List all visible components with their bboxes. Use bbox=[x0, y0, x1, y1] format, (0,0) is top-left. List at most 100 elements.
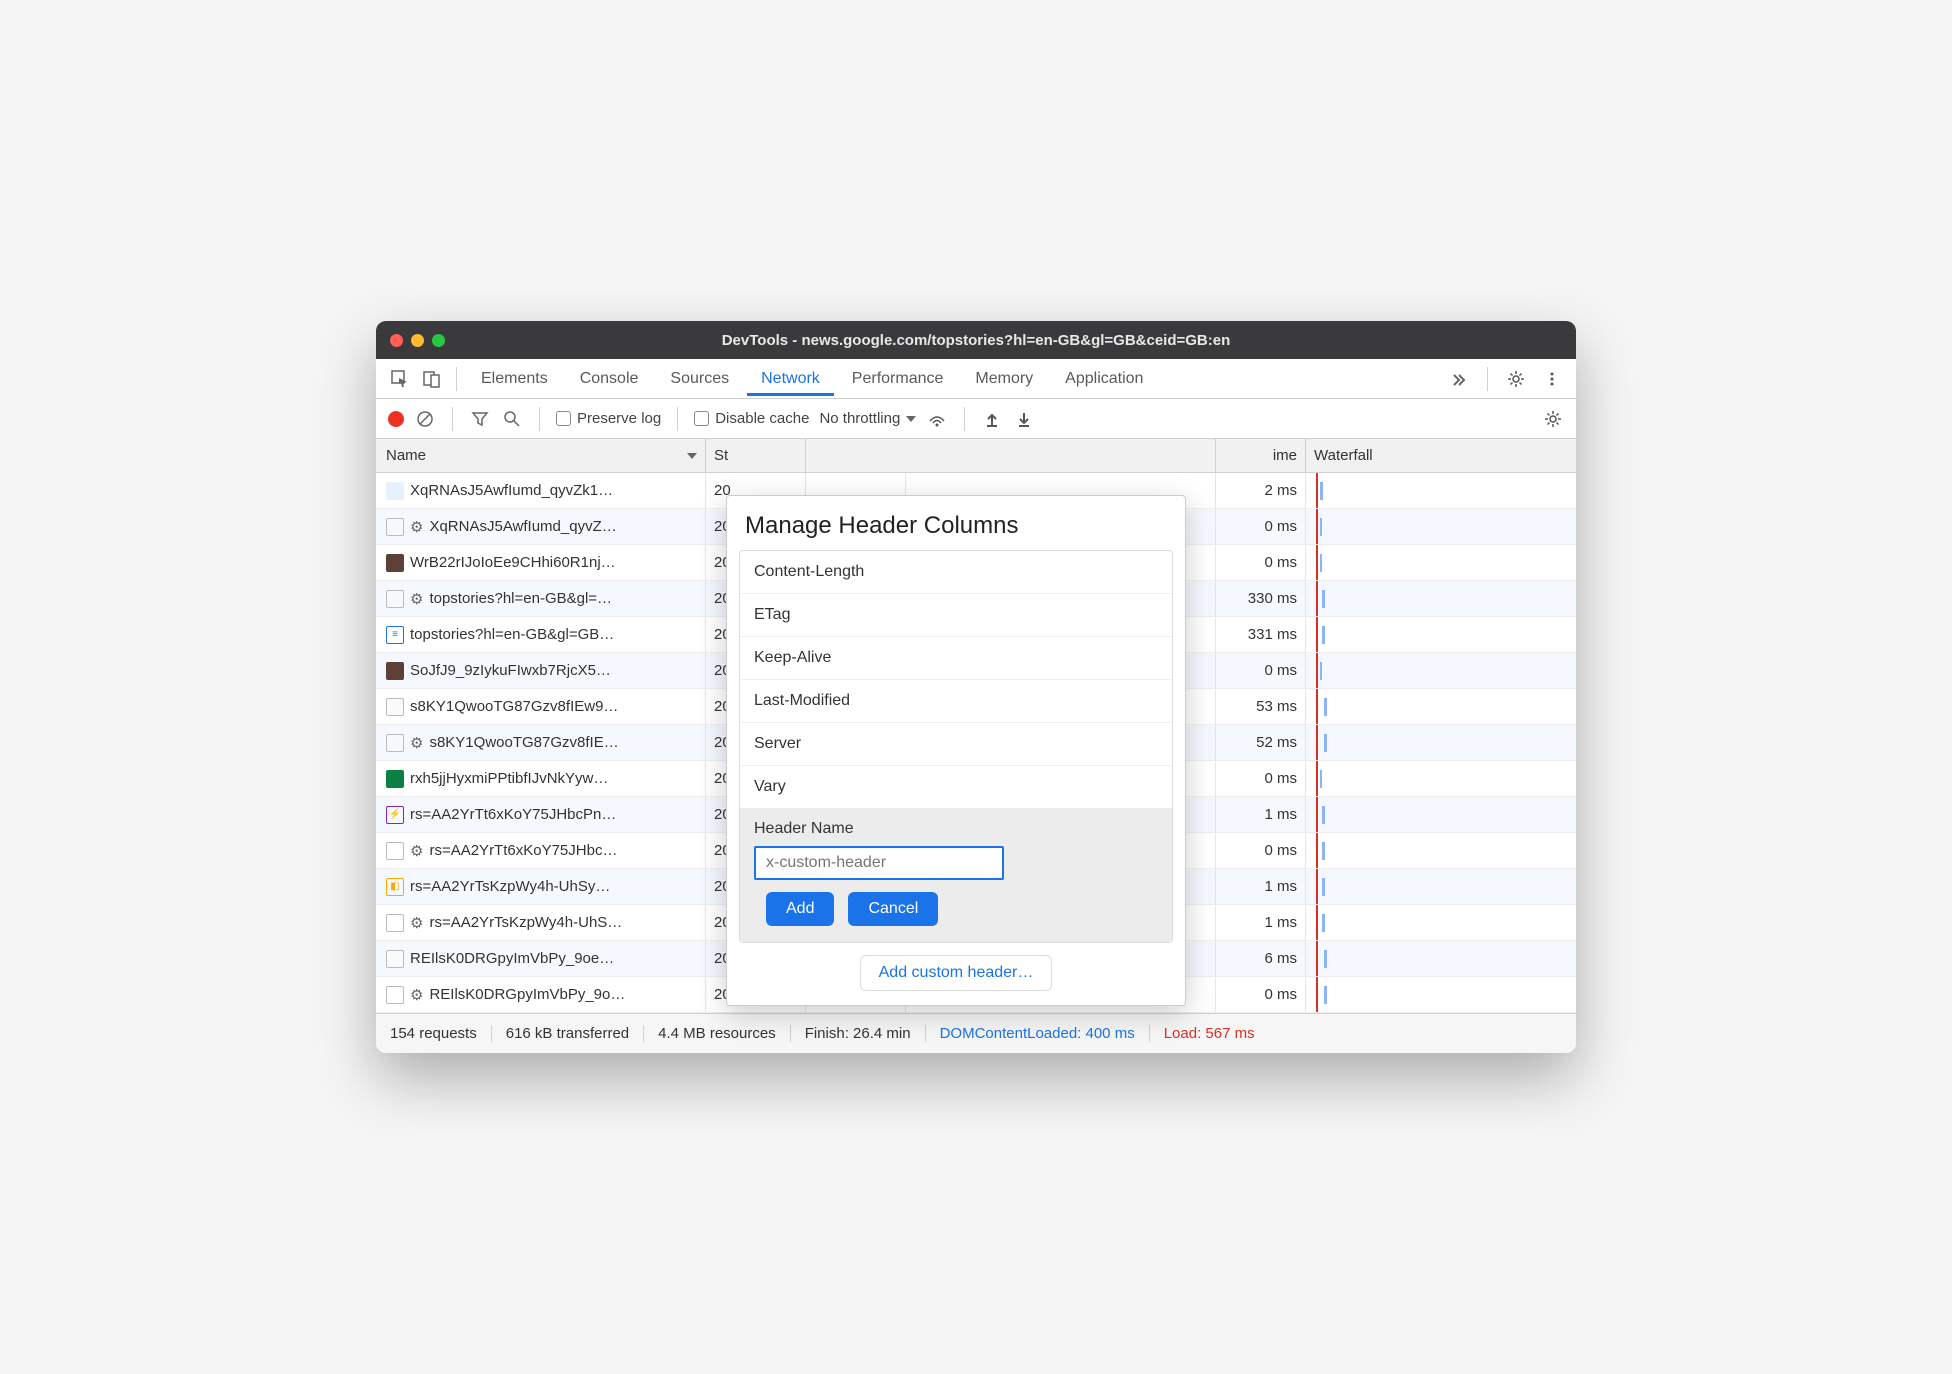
cell-waterfall bbox=[1306, 977, 1576, 1012]
cell-waterfall bbox=[1306, 473, 1576, 508]
cell-waterfall bbox=[1306, 869, 1576, 904]
request-name: XqRNAsJ5AwfIumd_qyvZ… bbox=[429, 518, 616, 535]
waterfall-marker bbox=[1316, 761, 1318, 796]
upload-har-icon[interactable] bbox=[981, 408, 1003, 430]
cell-name: s8KY1QwooTG87Gzv8fIEw9… bbox=[376, 689, 706, 724]
tab-application[interactable]: Application bbox=[1051, 362, 1157, 396]
tab-performance[interactable]: Performance bbox=[838, 362, 958, 396]
cell-waterfall bbox=[1306, 833, 1576, 868]
filter-icon[interactable] bbox=[469, 408, 491, 430]
column-header-name[interactable]: Name bbox=[376, 439, 706, 472]
header-column-item[interactable]: Server bbox=[740, 723, 1172, 766]
statusbar: 154 requests 616 kB transferred 4.4 MB r… bbox=[376, 1013, 1576, 1053]
sort-indicator-icon bbox=[687, 453, 697, 459]
waterfall-marker bbox=[1316, 977, 1318, 1012]
file-icon bbox=[386, 914, 404, 932]
request-name: s8KY1QwooTG87Gzv8fIEw9… bbox=[410, 698, 618, 715]
device-toggle-icon[interactable] bbox=[418, 365, 446, 393]
waterfall-marker bbox=[1316, 725, 1318, 760]
waterfall-bar bbox=[1322, 878, 1325, 896]
header-column-item[interactable]: ETag bbox=[740, 594, 1172, 637]
chevron-down-icon bbox=[906, 416, 916, 422]
request-name: rs=AA2YrTsKzpWy4h-UhSy… bbox=[410, 878, 610, 895]
waterfall-marker bbox=[1316, 509, 1318, 544]
tab-network[interactable]: Network bbox=[747, 362, 834, 396]
column-header-time[interactable]: ime bbox=[1216, 439, 1306, 472]
header-name-form: Header Name Add Cancel bbox=[740, 808, 1172, 942]
cell-time: 1 ms bbox=[1216, 797, 1306, 832]
status-load: Load: 567 ms bbox=[1150, 1025, 1255, 1042]
waterfall-bar bbox=[1320, 662, 1322, 680]
header-name-input[interactable] bbox=[754, 846, 1004, 880]
gear-icon: ⚙ bbox=[410, 842, 423, 860]
disable-cache-checkbox[interactable]: Disable cache bbox=[694, 410, 809, 427]
cell-name: ⚙ rs=AA2YrTsKzpWy4h-UhS… bbox=[376, 905, 706, 940]
tab-elements[interactable]: Elements bbox=[467, 362, 562, 396]
cell-waterfall bbox=[1306, 761, 1576, 796]
cell-time: 52 ms bbox=[1216, 725, 1306, 760]
request-name: rxh5jjHyxmiPPtibfIJvNkYyw… bbox=[410, 770, 608, 787]
request-name: REIlsK0DRGpyImVbPy_9o… bbox=[429, 986, 625, 1003]
cell-name: ⚙ s8KY1QwooTG87Gzv8fIE… bbox=[376, 725, 706, 760]
header-column-item[interactable]: Last-Modified bbox=[740, 680, 1172, 723]
cell-time: 0 ms bbox=[1216, 833, 1306, 868]
header-column-item[interactable]: Vary bbox=[740, 766, 1172, 808]
cancel-button[interactable]: Cancel bbox=[848, 892, 938, 926]
add-custom-header-button[interactable]: Add custom header… bbox=[860, 955, 1053, 991]
waterfall-marker bbox=[1316, 617, 1318, 652]
titlebar: DevTools - news.google.com/topstories?hl… bbox=[376, 321, 1576, 359]
tab-console[interactable]: Console bbox=[566, 362, 653, 396]
cell-name: REIlsK0DRGpyImVbPy_9oe… bbox=[376, 941, 706, 976]
throttling-select[interactable]: No throttling bbox=[819, 410, 916, 427]
cell-time: 1 ms bbox=[1216, 869, 1306, 904]
file-icon bbox=[386, 986, 404, 1004]
waterfall-marker bbox=[1316, 905, 1318, 940]
clear-icon[interactable] bbox=[414, 408, 436, 430]
cell-time: 0 ms bbox=[1216, 653, 1306, 688]
file-icon bbox=[386, 842, 404, 860]
network-content: Name St ime Waterfall XqRNAsJ5AwfIumd_qy… bbox=[376, 439, 1576, 1013]
column-header-status[interactable]: St bbox=[706, 439, 806, 472]
more-tabs-icon[interactable] bbox=[1445, 365, 1473, 393]
cell-waterfall bbox=[1306, 509, 1576, 544]
script-icon: ◧ bbox=[386, 878, 404, 896]
waterfall-bar bbox=[1320, 482, 1323, 500]
request-name: topstories?hl=en-GB&gl=… bbox=[429, 590, 612, 607]
network-settings-icon[interactable] bbox=[1542, 408, 1564, 430]
script-icon: ⚡ bbox=[386, 806, 404, 824]
cell-time: 53 ms bbox=[1216, 689, 1306, 724]
request-name: XqRNAsJ5AwfIumd_qyvZk1… bbox=[410, 482, 613, 499]
inspect-element-icon[interactable] bbox=[386, 365, 414, 393]
cell-name: rxh5jjHyxmiPPtibfIJvNkYyw… bbox=[376, 761, 706, 796]
kebab-menu-icon[interactable] bbox=[1538, 365, 1566, 393]
column-header-waterfall[interactable]: Waterfall bbox=[1306, 439, 1576, 472]
cell-name: ⚙ rs=AA2YrTt6xKoY75JHbc… bbox=[376, 833, 706, 868]
cell-waterfall bbox=[1306, 653, 1576, 688]
main-toolbar: Elements Console Sources Network Perform… bbox=[376, 359, 1576, 399]
gear-icon: ⚙ bbox=[410, 590, 423, 608]
preserve-log-checkbox[interactable]: Preserve log bbox=[556, 410, 661, 427]
cell-time: 330 ms bbox=[1216, 581, 1306, 616]
cell-waterfall bbox=[1306, 941, 1576, 976]
tab-memory[interactable]: Memory bbox=[961, 362, 1047, 396]
network-conditions-icon[interactable] bbox=[926, 408, 948, 430]
waterfall-bar bbox=[1322, 914, 1325, 932]
waterfall-bar bbox=[1324, 950, 1327, 968]
waterfall-bar bbox=[1322, 626, 1325, 644]
cell-time: 331 ms bbox=[1216, 617, 1306, 652]
waterfall-marker bbox=[1316, 833, 1318, 868]
settings-icon[interactable] bbox=[1502, 365, 1530, 393]
header-column-item[interactable]: Keep-Alive bbox=[740, 637, 1172, 680]
gear-icon: ⚙ bbox=[410, 734, 423, 752]
header-column-item[interactable]: Content-Length bbox=[740, 551, 1172, 594]
search-icon[interactable] bbox=[501, 408, 523, 430]
manage-header-columns-modal: Manage Header Columns Content-LengthETag… bbox=[726, 495, 1186, 1006]
add-button[interactable]: Add bbox=[766, 892, 834, 926]
file-icon bbox=[386, 590, 404, 608]
gear-icon: ⚙ bbox=[410, 986, 423, 1004]
header-list: Content-LengthETagKeep-AliveLast-Modifie… bbox=[739, 550, 1173, 943]
waterfall-bar bbox=[1320, 770, 1322, 788]
tab-sources[interactable]: Sources bbox=[656, 362, 743, 396]
record-button[interactable] bbox=[388, 411, 404, 427]
download-har-icon[interactable] bbox=[1013, 408, 1035, 430]
